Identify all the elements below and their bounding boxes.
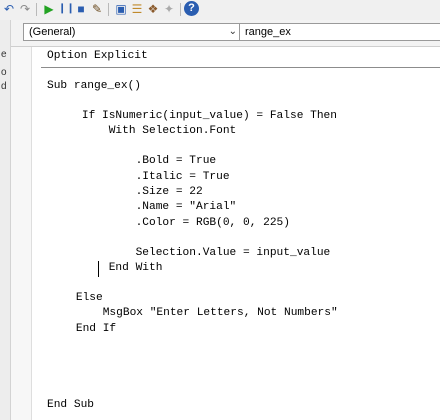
vbe-toolbar: ↶ ↷ ▶ ❙❙ ■ ✎ ▣ ☰ ❖ ✦ ? (0, 0, 440, 21)
project-tree-fragment: d (1, 81, 7, 92)
code-line[interactable]: .Size = 22 (55, 186, 203, 199)
code-line[interactable]: With Selection.Font (55, 125, 237, 138)
stop-icon[interactable]: ■ (74, 2, 88, 16)
pause-icon[interactable]: ❙❙ (58, 2, 75, 16)
code-window-header: (General) ⌄ range_ex (11, 20, 440, 47)
code-line[interactable]: Selection.Value = input_value (55, 247, 331, 260)
code-line[interactable]: Else (49, 292, 103, 305)
properties-icon[interactable]: ☰ (130, 2, 144, 16)
chevron-down-icon[interactable]: ⌄ (229, 24, 237, 40)
toolbox-icon[interactable]: ✦ (162, 2, 176, 16)
code-line[interactable]: Sub range_ex() (47, 80, 141, 93)
project-tree-fragment: e (1, 49, 7, 60)
code-line[interactable]: Option Explicit (47, 50, 148, 63)
text-cursor (98, 261, 99, 277)
code-line[interactable]: .Name = "Arial" (55, 201, 237, 214)
code-line[interactable]: .Italic = True (55, 171, 230, 184)
code-line[interactable]: End If (49, 323, 116, 336)
code-line[interactable]: End With (55, 262, 163, 275)
project-pane-edge: e o d (0, 20, 11, 420)
project-tree-fragment: o (1, 67, 7, 78)
help-icon[interactable]: ? (184, 1, 199, 16)
code-line[interactable]: .Color = RGB(0, 0, 225) (55, 217, 290, 230)
run-icon[interactable]: ▶ (42, 2, 56, 16)
object-browser-icon[interactable]: ❖ (146, 2, 160, 16)
object-dropdown[interactable]: (General) ⌄ (23, 23, 243, 41)
procedure-dropdown[interactable]: range_ex (239, 23, 440, 41)
design-mode-icon[interactable]: ✎ (90, 2, 104, 16)
code-line[interactable]: If IsNumeric(input_value) = False Then (55, 110, 337, 123)
code-line[interactable]: MsgBox "Enter Letters, Not Numbers" (49, 307, 338, 320)
code-line[interactable]: .Bold = True (55, 155, 217, 168)
object-dropdown-value: (General) (29, 26, 76, 38)
procedure-dropdown-value: range_ex (245, 26, 291, 38)
code-line[interactable]: End Sub (47, 399, 94, 412)
redo-icon[interactable]: ↷ (18, 2, 32, 16)
code-editor[interactable]: Option Explicit Sub range_ex() If IsNume… (11, 47, 440, 420)
margin-indicator-bar[interactable] (11, 47, 32, 420)
undo-icon[interactable]: ↶ (2, 2, 16, 16)
procedure-separator (41, 67, 440, 68)
project-explorer-icon[interactable]: ▣ (114, 2, 128, 16)
